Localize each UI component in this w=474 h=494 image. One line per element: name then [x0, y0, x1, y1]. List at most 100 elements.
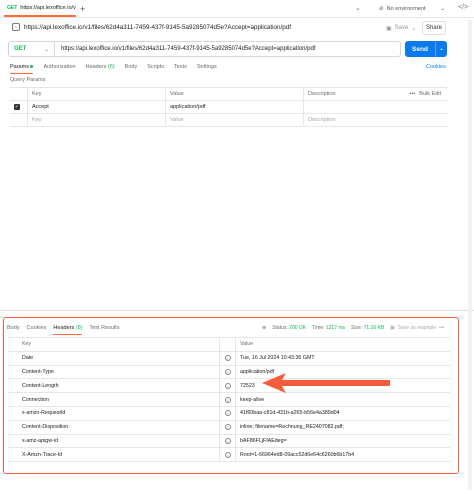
send-button[interactable]: Send ⌄	[405, 41, 447, 57]
chevron-down-icon: ⌄	[411, 25, 417, 32]
more-icon[interactable]: •••	[410, 91, 416, 97]
tab-scripts[interactable]: Scripts	[147, 64, 164, 74]
new-description-input[interactable]: Description	[304, 114, 447, 126]
environment-label: No environment	[386, 6, 426, 12]
http-icon: ▪	[12, 23, 20, 31]
tab-body[interactable]: Body	[125, 64, 138, 74]
table-row: x-amz-apigw-id i bAF86FLjFIAEdeg=	[8, 434, 450, 449]
tab-headers[interactable]: Headers (8)	[53, 325, 83, 335]
header-key: x-amzn-RequestId	[8, 406, 220, 420]
col-key: Key	[8, 338, 220, 351]
request-tabs: Params Authorization Headers (6) Body Sc…	[10, 64, 217, 74]
request-tab[interactable]: GET https://api.lexoffice.io/v	[4, 1, 76, 17]
send-label: Send	[412, 45, 428, 53]
header-value: Root=1-66964ed8-09acc52d6e64c6260b6b17b4	[240, 451, 355, 458]
environment-selector[interactable]: ⊘ No environment ⌄	[375, 3, 447, 15]
headers-count: (8)	[75, 325, 83, 331]
cookies-link[interactable]: Cookies	[426, 64, 446, 70]
response-tabs: Body Cookies Headers (8) Test Results	[7, 325, 119, 335]
save-icon: ▣	[390, 325, 395, 331]
save-label: Save	[394, 25, 409, 31]
save-icon: ▣	[386, 25, 392, 32]
arrow-annotation	[262, 373, 390, 393]
tab-cookies[interactable]: Cookies	[27, 325, 47, 335]
header-key: Content-Disposition	[8, 420, 220, 434]
tab-authorization[interactable]: Authorization	[43, 64, 75, 74]
chevron-down-icon[interactable]: ⌄	[355, 4, 361, 12]
more-icon[interactable]: •••	[439, 325, 444, 331]
table-header-row: Key Value	[8, 338, 450, 352]
tab-params[interactable]: Params	[10, 64, 34, 74]
tab-bar: GET https://api.lexoffice.io/v + ⌄ ⊘ No …	[0, 0, 474, 18]
save-example-button[interactable]: ▣ Save as example •••	[390, 325, 444, 331]
size-value: 71.16 KB	[363, 325, 385, 331]
param-description[interactable]	[304, 101, 447, 113]
header-value: 41f60baa-c81d-431b-a265-b56e4a389d04	[240, 410, 340, 417]
header-key: Content-Type	[8, 365, 220, 379]
table-row: x-amzn-RequestId i 41f60baa-c81d-431b-a265…	[8, 406, 450, 421]
chevron-down-icon[interactable]: ⌄	[435, 41, 447, 57]
table-row-empty: Key Value Description	[10, 114, 447, 127]
info-icon[interactable]: i	[224, 410, 231, 417]
col-value: Value	[240, 341, 254, 348]
col-value: Value	[166, 88, 304, 100]
globe-icon: ⊕	[262, 325, 267, 331]
header-key: X-Amzn-Trace-Id	[8, 448, 220, 462]
header-value: Tue, 16 Jul 2024 10:43:36 GMT	[240, 355, 315, 362]
method-label: GET	[14, 46, 27, 52]
headers-count: (6)	[107, 64, 115, 70]
tab-title: https://api.lexoffice.io/v	[20, 5, 76, 11]
header-value: inline; filename=Rechnung_RE2407082.pdf;	[240, 424, 344, 431]
tab-method: GET	[7, 5, 18, 11]
chevron-down-icon: ⌄	[43, 46, 49, 53]
new-tab-plus-icon[interactable]: +	[80, 4, 85, 14]
col-description: Description ••• Bulk Edit	[308, 91, 441, 97]
info-icon[interactable]: i	[224, 368, 231, 375]
bulk-edit-button[interactable]: Bulk Edit	[419, 91, 441, 97]
scrollbar[interactable]	[468, 20, 472, 490]
header-key: Content-Length	[8, 379, 220, 393]
table-row: Content-Disposition i inline; filename=Rec…	[8, 420, 450, 435]
pane-divider[interactable]	[0, 310, 474, 311]
query-params-title: Query Params	[10, 77, 46, 83]
code-icon[interactable]: </>	[458, 4, 468, 11]
info-icon[interactable]: i	[224, 396, 231, 403]
new-key-input[interactable]: Key	[28, 114, 166, 126]
info-icon[interactable]: i	[224, 424, 231, 431]
header-key: Date	[8, 351, 220, 365]
method-select[interactable]: GET ⌄	[9, 42, 55, 56]
table-header-row: Key Value Description ••• Bulk Edit	[10, 88, 447, 101]
new-value-input[interactable]: Value	[166, 114, 304, 126]
tab-headers[interactable]: Headers (6)	[86, 64, 115, 74]
info-icon[interactable]: i	[224, 451, 231, 458]
col-key: Key	[28, 88, 166, 100]
tab-test-results[interactable]: Test Results	[89, 325, 119, 335]
param-value[interactable]: application/pdf	[166, 101, 304, 113]
response-headers-table: Key Value Date i Tue, 16 Jul 2024 10:43:36…	[8, 337, 450, 463]
table-row: X-Amzn-Trace-Id i Root=1-66964ed8-09acc52d…	[8, 448, 450, 463]
share-button[interactable]: Share	[422, 21, 446, 35]
active-dot-icon	[30, 65, 34, 68]
header-key: Connection	[8, 393, 220, 406]
tab-tests[interactable]: Tests	[174, 64, 187, 74]
param-key[interactable]: Accept	[28, 101, 166, 113]
info-icon[interactable]: i	[224, 382, 231, 389]
header-key: x-amz-apigw-id	[8, 434, 220, 448]
params-table: Key Value Description ••• Bulk Edit ✓ Ac…	[10, 87, 447, 127]
breadcrumb: ▪ https://api.lexoffice.io/v1/files/62d4…	[12, 23, 291, 31]
info-icon[interactable]: i	[224, 437, 231, 444]
checkbox[interactable]: ✓	[14, 104, 20, 110]
time-value: 1217 ms	[325, 325, 346, 331]
save-button[interactable]: ▣ Save ⌄	[386, 21, 416, 35]
request-url-title: https://api.lexoffice.io/v1/files/62d4a3…	[24, 23, 292, 31]
url-input[interactable]: https://api.lexoffice.io/v1/files/62d4a3…	[55, 46, 315, 52]
info-icon[interactable]: i	[224, 355, 231, 362]
table-row: Connection i keep-alive	[8, 393, 450, 407]
table-row: Date i Tue, 16 Jul 2024 10:43:36 GMT	[8, 351, 450, 366]
chevron-down-icon: ⌄	[440, 6, 445, 12]
tab-body[interactable]: Body	[7, 325, 20, 335]
response-status: ⊕ Status: 200 OK Time: 1217 ms Size: 71.…	[262, 325, 385, 331]
tab-settings[interactable]: Settings	[197, 64, 217, 74]
no-env-icon: ⊘	[379, 6, 384, 12]
url-bar: GET ⌄ https://api.lexoffice.io/v1/files/…	[8, 41, 401, 57]
